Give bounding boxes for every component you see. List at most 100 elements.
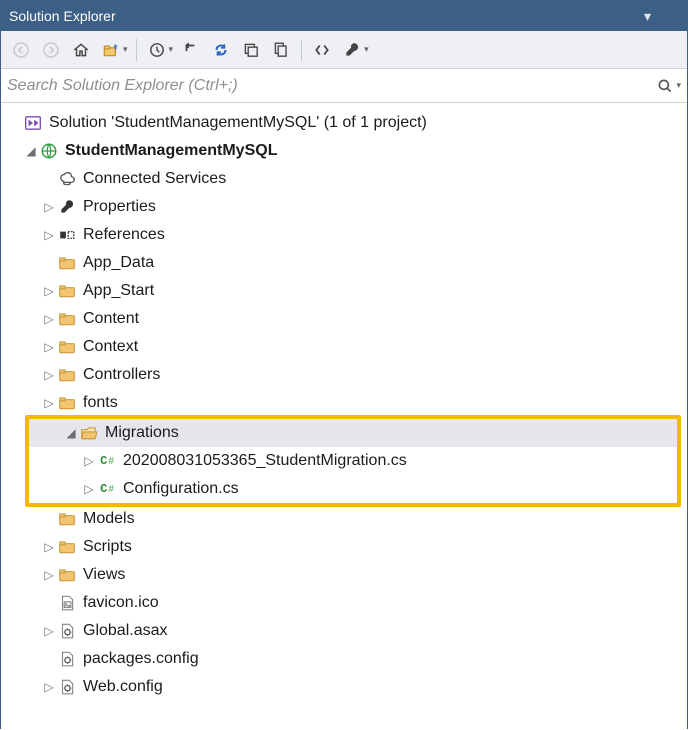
collapse-all-button[interactable]	[237, 36, 265, 64]
search-icon[interactable]: ▾	[656, 77, 681, 95]
folder-views[interactable]: ▷ Views	[1, 561, 687, 589]
node-label: Configuration.cs	[123, 480, 239, 498]
expand-icon[interactable]: ▷	[41, 368, 57, 382]
folder-fonts[interactable]: ▷ fonts	[1, 389, 687, 417]
expand-icon[interactable]: ▷	[41, 540, 57, 554]
scope-dropdown[interactable]: ▾	[123, 44, 128, 55]
search-bar: ▾	[1, 69, 687, 103]
image-file-icon	[57, 593, 77, 613]
node-label: fonts	[83, 394, 118, 412]
toolbar-separator	[136, 39, 137, 61]
expand-icon[interactable]: ▷	[41, 340, 57, 354]
folder-content[interactable]: ▷ Content	[1, 305, 687, 333]
file-student-migration[interactable]: ▷ C# 202008031053365_StudentMigration.cs	[29, 447, 677, 475]
properties-dropdown[interactable]: ▾	[364, 44, 369, 55]
view-code-button[interactable]	[308, 36, 336, 64]
expand-icon[interactable]: ▷	[41, 680, 57, 694]
highlight-box: ◢ Migrations ▷ C# 202008031053365_Studen…	[25, 415, 681, 507]
folder-icon	[57, 365, 77, 385]
project-node[interactable]: ◢ StudentManagementMySQL	[1, 137, 687, 165]
config-file-icon	[57, 649, 77, 669]
node-label: Models	[83, 510, 135, 528]
folder-icon	[57, 393, 77, 413]
expand-icon[interactable]: ▷	[41, 228, 57, 242]
expand-icon[interactable]: ▷	[41, 624, 57, 638]
expand-icon[interactable]: ▷	[41, 312, 57, 326]
file-configuration[interactable]: ▷ C# Configuration.cs	[29, 475, 677, 503]
folder-controllers[interactable]: ▷ Controllers	[1, 361, 687, 389]
references-node[interactable]: ▷ References	[1, 221, 687, 249]
project-label: StudentManagementMySQL	[65, 142, 277, 160]
folder-icon	[57, 537, 77, 557]
file-global-asax[interactable]: ▷ Global.asax	[1, 617, 687, 645]
expand-icon[interactable]: ▷	[41, 284, 57, 298]
folder-icon	[57, 281, 77, 301]
node-label: App_Data	[83, 254, 154, 272]
window-titlebar: Solution Explorer ▾	[1, 1, 687, 31]
node-label: Views	[83, 566, 125, 584]
home-button[interactable]	[67, 36, 95, 64]
properties-button[interactable]	[338, 36, 366, 64]
solution-tree: ▶ Solution 'StudentManagementMySQL' (1 o…	[1, 103, 687, 730]
csharp-file-icon: C#	[97, 479, 117, 499]
file-packages-config[interactable]: ▶ packages.config	[1, 645, 687, 673]
node-label: favicon.ico	[83, 594, 159, 612]
pending-changes-button[interactable]	[143, 36, 171, 64]
solution-node[interactable]: ▶ Solution 'StudentManagementMySQL' (1 o…	[1, 109, 687, 137]
folder-context[interactable]: ▷ Context	[1, 333, 687, 361]
expand-icon[interactable]: ▷	[41, 396, 57, 410]
show-all-files-button[interactable]	[267, 36, 295, 64]
node-label: Scripts	[83, 538, 132, 556]
folder-icon	[57, 509, 77, 529]
node-label: Properties	[83, 198, 156, 216]
folder-icon	[57, 309, 77, 329]
back-button[interactable]	[7, 36, 35, 64]
window-options-icon[interactable]: ▾	[644, 8, 651, 25]
expand-icon[interactable]: ◢	[63, 426, 79, 440]
node-label: 202008031053365_StudentMigration.cs	[123, 452, 407, 470]
node-label: Global.asax	[83, 622, 168, 640]
config-file-icon	[57, 677, 77, 697]
folder-icon	[57, 253, 77, 273]
node-label: packages.config	[83, 650, 199, 668]
asax-file-icon	[57, 621, 77, 641]
sync-button[interactable]	[177, 36, 205, 64]
file-web-config[interactable]: ▷ Web.config	[1, 673, 687, 701]
expand-icon[interactable]: ▷	[41, 568, 57, 582]
pending-changes-dropdown[interactable]: ▾	[169, 44, 174, 55]
folder-models[interactable]: ▶ Models	[1, 505, 687, 533]
connected-services-node[interactable]: ▶ Connected Services	[1, 165, 687, 193]
folder-open-icon	[79, 423, 99, 443]
properties-node[interactable]: ▷ Properties	[1, 193, 687, 221]
toolbar-separator	[301, 39, 302, 61]
refresh-button[interactable]	[207, 36, 235, 64]
forward-button[interactable]	[37, 36, 65, 64]
expand-icon[interactable]: ▷	[81, 482, 97, 496]
folder-migrations[interactable]: ◢ Migrations	[29, 419, 677, 447]
node-label: Migrations	[105, 424, 179, 442]
csharp-file-icon: C#	[97, 451, 117, 471]
solution-label: Solution 'StudentManagementMySQL' (1 of …	[49, 114, 427, 132]
window-title: Solution Explorer	[9, 8, 644, 24]
node-label: Web.config	[83, 678, 163, 696]
scope-to-button[interactable]	[97, 36, 125, 64]
folder-scripts[interactable]: ▷ Scripts	[1, 533, 687, 561]
web-project-icon	[39, 141, 59, 161]
expand-icon[interactable]: ◢	[23, 144, 39, 158]
wrench-icon	[57, 197, 77, 217]
file-favicon[interactable]: ▶ favicon.ico	[1, 589, 687, 617]
node-label: App_Start	[83, 282, 154, 300]
toolbar: ▾ ▾ ▾	[1, 31, 687, 69]
folder-icon	[57, 565, 77, 585]
window-buttons: ▾	[644, 8, 679, 25]
folder-icon	[57, 337, 77, 357]
node-label: Context	[83, 338, 138, 356]
folder-app-data[interactable]: ▶ App_Data	[1, 249, 687, 277]
folder-app-start[interactable]: ▷ App_Start	[1, 277, 687, 305]
node-label: References	[83, 226, 165, 244]
cloud-link-icon	[57, 169, 77, 189]
solution-icon	[23, 113, 43, 133]
expand-icon[interactable]: ▷	[81, 454, 97, 468]
expand-icon[interactable]: ▷	[41, 200, 57, 214]
search-input[interactable]	[7, 77, 656, 95]
